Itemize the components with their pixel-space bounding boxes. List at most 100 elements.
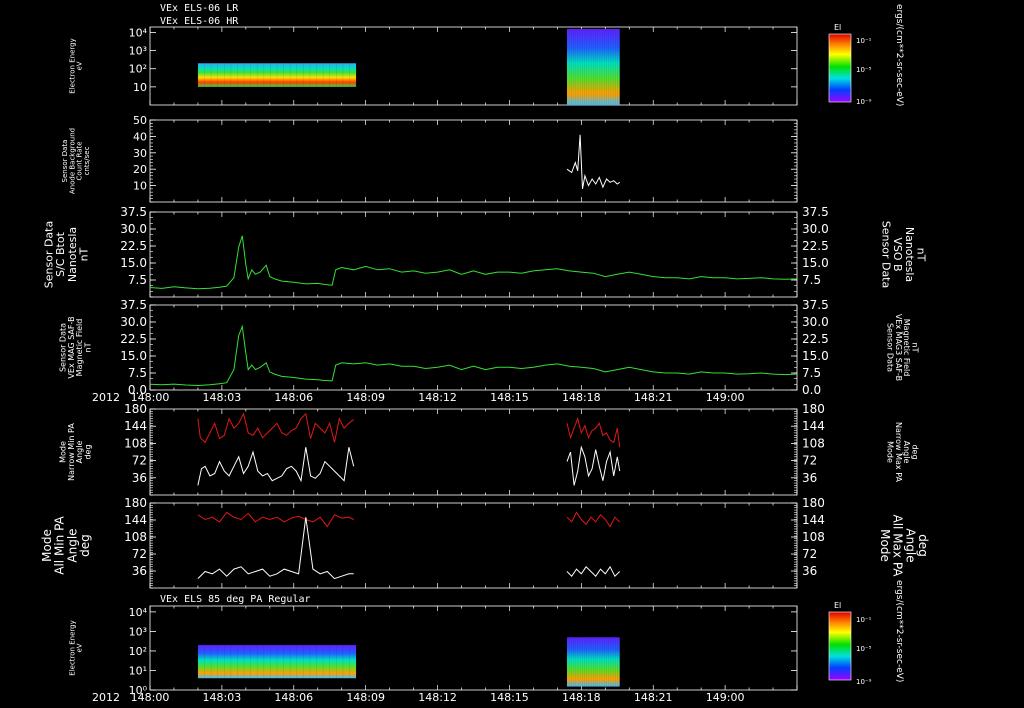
y-tick-label-right: 180: [802, 402, 825, 416]
time-tick-label: 148:00: [131, 391, 170, 404]
y-tick-label-right: 30.0: [802, 315, 829, 329]
y-tick-label: 37.5: [120, 298, 147, 312]
y-axis-label-right: Mode: [885, 441, 894, 463]
y-axis-label-right: VEx MAG3 SAF-B: [894, 314, 903, 381]
y-tick-label: 72: [132, 547, 147, 561]
series-line: [149, 235, 798, 290]
series-line: [566, 565, 621, 578]
y-axis-label-right: Magnetic Field: [902, 319, 911, 377]
y-axis-label-right: Sensor Data: [885, 323, 894, 372]
time-tick-label: 148:21: [634, 391, 673, 404]
colorbar-bottom: El 10⁻¹ 10⁻⁵ 10⁻⁹ ergs/(cm**2-sr-sec-eV): [828, 580, 904, 686]
title-85deg: VEx ELS 85 deg PA Regular: [160, 594, 311, 605]
y-axis-label-right: Angle: [903, 528, 917, 562]
y-tick-label: 7.5: [128, 366, 147, 380]
y-axis-label-right: VSO B: [891, 237, 904, 271]
time-tick-label: 148:15: [490, 691, 529, 704]
y-tick-label-right: 7.5: [802, 273, 821, 287]
title-line-1: VEx ELS-06 LR: [160, 3, 239, 14]
series-line: [197, 517, 354, 580]
y-tick-label: 40: [133, 130, 147, 143]
y-axis-label-right: Mode: [878, 529, 892, 562]
time-tick-label: 148:06: [274, 391, 313, 404]
colorbar-units: ergs/(cm**2-sr-sec-eV): [894, 580, 904, 682]
y-tick-label-right: 15.0: [802, 256, 829, 270]
series-line: [197, 447, 355, 486]
y-tick-label: 10²: [129, 63, 147, 76]
y-axis-label-right: deg: [916, 534, 930, 557]
time-axis-bottom: 2012 148:00 148:03 148:06 148:09 148:12 148:15…: [92, 691, 744, 704]
y-axis-label: eV: [76, 643, 84, 652]
time-tick-label: 148:12: [418, 391, 457, 404]
y-tick-label-right: 72: [802, 547, 817, 561]
colorbar-label: El: [834, 23, 841, 32]
y-tick-label-right: 37.5: [802, 298, 829, 312]
y-tick-label: 10⁴: [129, 606, 148, 619]
y-axis-label-right: nT: [911, 343, 920, 353]
time-tick-label: 148:21: [634, 691, 673, 704]
y-tick-label-right: 144: [802, 513, 825, 527]
y-tick-label: 15.0: [120, 349, 147, 363]
panel-anode_background: 5040302010Sensor Data Anode Background Cou…: [61, 114, 798, 203]
y-axis-label: nT: [77, 247, 90, 261]
y-tick-label: 20: [133, 163, 147, 176]
time-tick-label: 148:09: [346, 691, 385, 704]
panel-frame: [149, 119, 798, 203]
series-line: [566, 134, 620, 189]
y-tick-label-right: 144: [802, 419, 825, 433]
y-tick-label-right: 108: [802, 530, 825, 544]
y-tick-label: 108: [124, 530, 147, 544]
colorbar-units: ergs/(cm**2-sr-sec-eV): [894, 4, 904, 106]
series-line: [566, 511, 621, 528]
panel-energy_lr_hr: 10⁴10³10²10Electron Energy eV: [68, 26, 798, 106]
y-tick-label: 108: [124, 436, 147, 450]
y-tick-label: 30.0: [120, 315, 147, 329]
time-tick-label: 148:06: [274, 691, 313, 704]
y-tick-label: 144: [124, 513, 147, 527]
panel-frame: [149, 304, 798, 391]
y-axis-label-right: All Max PA: [891, 515, 905, 578]
y-tick-label: 22.5: [120, 239, 147, 253]
y-axis-label-right: Sensor Data: [880, 221, 893, 288]
panel-narrow_pa: 180 180144 144108 10872 7236 36Mode Narrow Min…: [58, 402, 920, 496]
y-tick-label: 22.5: [120, 332, 147, 346]
y-tick-label-right: 22.5: [802, 332, 829, 346]
y-axis-label: nT: [84, 342, 93, 352]
y-tick-label-right: 72: [802, 454, 817, 468]
y-tick-label: 10: [133, 81, 147, 94]
y-axis-label: deg: [78, 534, 92, 557]
y-tick-label-right: 30.0: [802, 222, 829, 236]
title-line-2: VEx ELS-06 HR: [160, 16, 239, 27]
time-tick-label: 148:09: [346, 391, 385, 404]
panel-all_pa: 180 180144 144108 10872 7236 36ModeAll Min PA…: [40, 496, 930, 589]
y-tick-label: 180: [124, 496, 147, 510]
colorbar-tick: 10⁻¹: [856, 616, 872, 624]
y-axis-label-right: nT: [914, 248, 927, 262]
colorbar-tick: 10⁻⁵: [856, 66, 872, 74]
y-tick-label-right: 37.5: [802, 205, 829, 219]
time-tick-label: 148:12: [418, 691, 457, 704]
y-tick-label: 72: [132, 454, 147, 468]
time-tick-label: 148:18: [562, 391, 601, 404]
y-tick-label: 10¹: [129, 664, 147, 677]
panel-frame: [149, 211, 798, 298]
panel-sc_bmag: 37.5 37.5 30.0 30.0 22.5 22.5 15.0 15.0 7.5 7.5 Se…: [43, 205, 927, 298]
y-tick-label-right: 36: [802, 471, 817, 485]
y-tick-label-right: 36: [802, 564, 817, 578]
y-tick-label: 10³: [129, 45, 147, 58]
y-axis-label-right: Nanotesla: [903, 227, 916, 282]
series-line: [197, 511, 354, 528]
y-tick-label: 36: [132, 564, 147, 578]
y-tick-label: 144: [124, 419, 147, 433]
time-tick-label: 148:00: [131, 691, 170, 704]
series-line: [566, 445, 621, 486]
ets-summary-plot: VEx ELS-06 LR VEx ELS-06 HR VEx ELS 85 d…: [40, 3, 930, 704]
colorbar-label: El: [834, 601, 841, 610]
colorbar-tick: 10⁻¹: [856, 37, 872, 45]
y-tick-label: 37.5: [120, 205, 147, 219]
y-axis-label-right: deg: [911, 444, 920, 459]
panel-frame: [149, 408, 798, 496]
y-tick-label: 7.5: [128, 273, 147, 287]
time-tick-label: 148:15: [490, 391, 529, 404]
y-tick-label: 180: [124, 402, 147, 416]
